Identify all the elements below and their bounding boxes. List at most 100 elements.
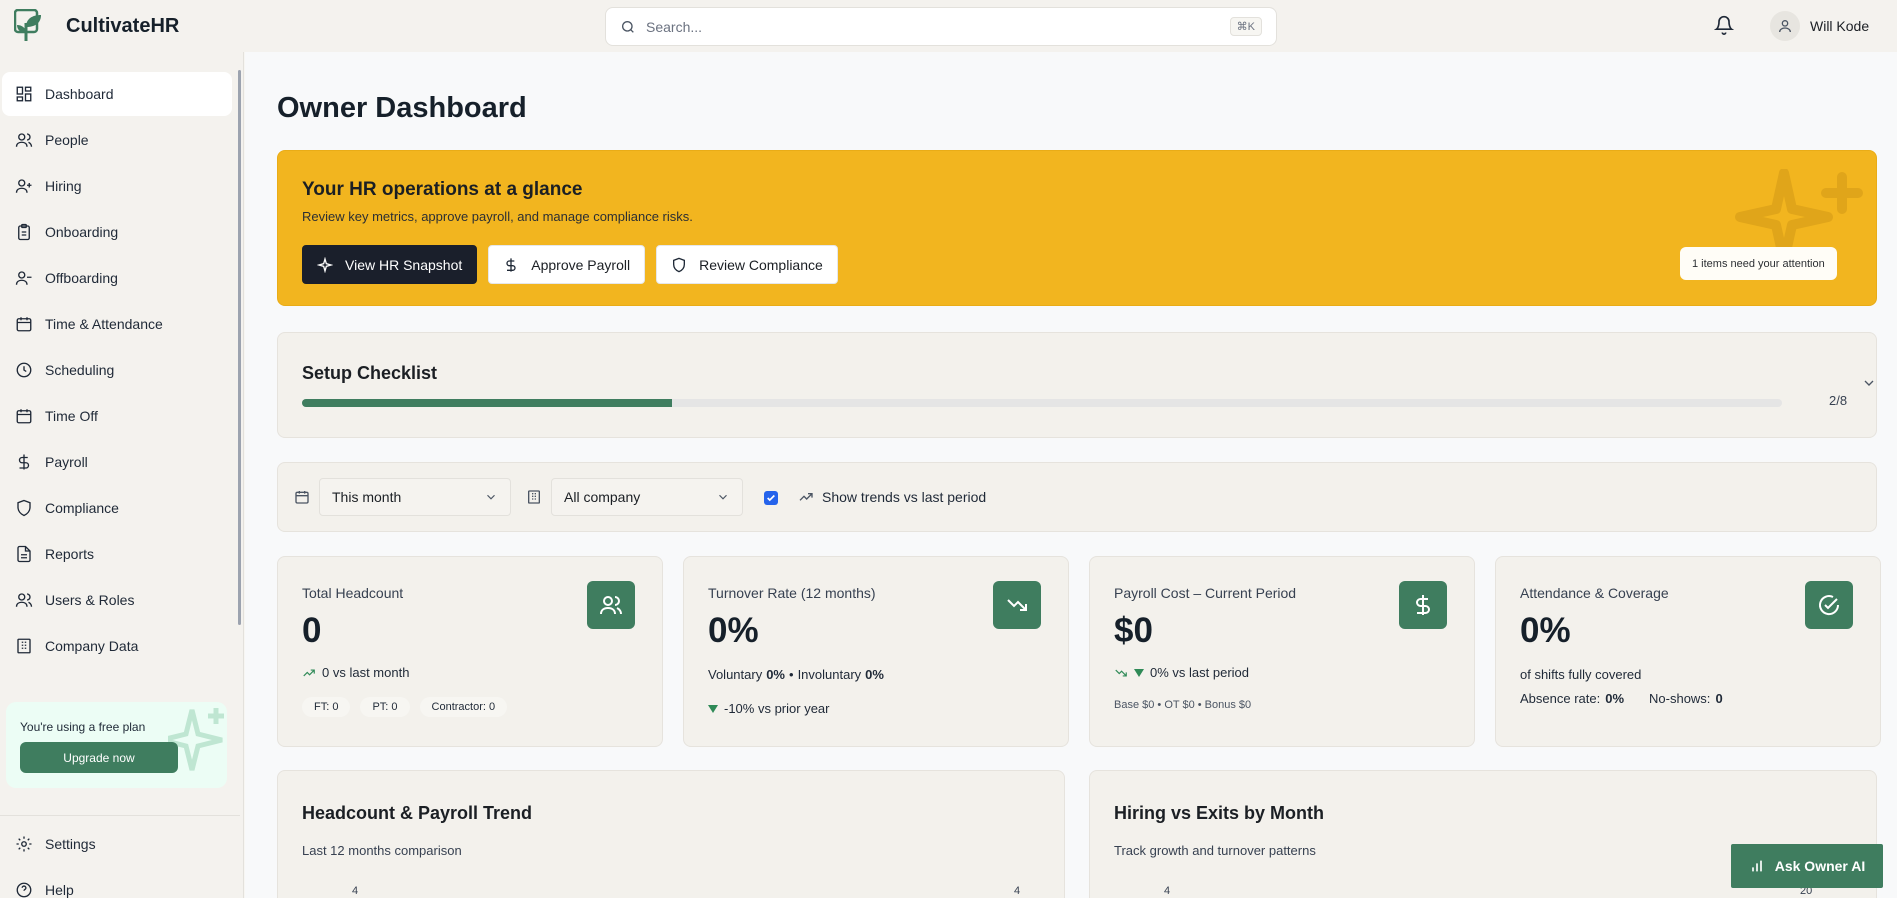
show-trends-text: Show trends vs last period [822, 489, 987, 505]
kpi-label: Attendance & Coverage [1520, 585, 1669, 601]
setup-progress-fill [302, 399, 672, 407]
sidebar-item-people[interactable]: People [2, 118, 232, 162]
search-input[interactable]: Search... [646, 19, 1230, 35]
calendar-icon [16, 409, 32, 424]
ask-owner-ai-button[interactable]: Ask Owner AI [1731, 844, 1883, 888]
button-label: Review Compliance [699, 256, 823, 273]
setup-checklist-card[interactable]: Setup Checklist 2/8 [277, 332, 1877, 438]
chart-tick-label: 4 [352, 885, 359, 897]
contractor-pill: Contractor: 0 [419, 697, 508, 717]
button-label: View HR Snapshot [345, 256, 463, 273]
chevron-down-icon[interactable] [1861, 375, 1877, 391]
clipboard-icon [18, 223, 30, 241]
sidebar-item-company-data[interactable]: Company Data [2, 624, 232, 668]
page-title: Owner Dashboard [277, 92, 527, 124]
sidebar-scrollbar[interactable] [238, 70, 241, 625]
sidebar-item-scheduling[interactable]: Scheduling [2, 348, 232, 392]
absence-label: Absence rate: [1520, 691, 1601, 706]
show-trends-label[interactable]: Show trends vs last period [798, 489, 986, 505]
avatar [1770, 11, 1800, 41]
free-plan-card: You're using a free plan Upgrade now [6, 702, 227, 788]
sidebar-item-label: Time & Attendance [45, 316, 163, 332]
sidebar-item-onboarding[interactable]: Onboarding [2, 210, 232, 254]
setup-title: Setup Checklist [302, 363, 438, 383]
users-icon [600, 596, 622, 615]
turnover-split: Voluntary 0% • Involuntary 0% [708, 667, 884, 682]
kpi-icon-tile [1805, 581, 1853, 629]
gear-icon [16, 836, 32, 852]
logo-icon [14, 9, 41, 41]
approve-payroll-button[interactable]: Approve Payroll [488, 245, 646, 284]
review-compliance-button[interactable]: Review Compliance [656, 245, 838, 284]
kpi-value: 0% [1520, 611, 1571, 650]
user-minus-icon [15, 271, 32, 285]
chart-subtitle: Last 12 months comparison [302, 843, 462, 858]
sidebar-item-hiring[interactable]: Hiring [2, 164, 232, 208]
sidebar-item-offboarding[interactable]: Offboarding [2, 256, 232, 300]
notifications-button[interactable] [1713, 15, 1735, 40]
sidebar-item-label: Scheduling [45, 362, 115, 378]
users-icon [15, 133, 33, 147]
shield-icon [673, 257, 686, 272]
show-trends-checkbox[interactable] [764, 491, 778, 505]
hero-banner: Your HR operations at a glance Review ke… [277, 150, 1877, 306]
sidebar-item-compliance[interactable]: Compliance [2, 486, 232, 530]
sidebar: Dashboard People Hiring Onboarding Offboardi… [0, 52, 244, 898]
headcount-card[interactable]: Total Headcount 0 0 vs last month FT: 0 … [277, 556, 663, 747]
upgrade-button[interactable]: Upgrade now [20, 742, 178, 773]
plan-text: You're using a free plan [20, 720, 146, 734]
turnover-yoy: -10% vs prior year [708, 701, 829, 716]
user-plus-icon [15, 179, 32, 193]
top-bar: CultivateHR Search... ⌘K Will Kode [0, 0, 1897, 52]
scope-select[interactable]: All company [551, 478, 743, 516]
check-circle-icon [1819, 595, 1840, 616]
voluntary-value: 0% [766, 667, 785, 682]
separator: • [789, 667, 794, 682]
search-bar[interactable]: Search... ⌘K [605, 7, 1277, 46]
hero-actions: View HR Snapshot Approve Payroll Review … [302, 245, 838, 284]
pt-pill: PT: 0 [360, 697, 410, 717]
sidebar-item-settings[interactable]: Settings [2, 822, 232, 866]
sidebar-item-label: Hiring [45, 178, 82, 194]
kpi-icon-tile [1399, 581, 1447, 629]
user-name: Will Kode [1810, 18, 1870, 34]
ft-pill: FT: 0 [302, 697, 351, 717]
view-hr-snapshot-button[interactable]: View HR Snapshot [302, 245, 478, 284]
sidebar-item-time-attendance[interactable]: Time & Attendance [2, 302, 232, 346]
sidebar-item-users-roles[interactable]: Users & Roles [2, 578, 232, 622]
headcount-breakdown: FT: 0 PT: 0 Contractor: 0 [302, 697, 508, 717]
attendance-rates: Absence rate: 0% No-shows: 0 [1520, 691, 1723, 706]
chart-title: Headcount & Payroll Trend [302, 803, 533, 823]
check-icon [767, 494, 775, 502]
chevron-down-icon [487, 494, 495, 500]
clock-icon [16, 362, 32, 378]
sidebar-item-time-off[interactable]: Time Off [2, 394, 232, 438]
kpi-label: Total Headcount [302, 585, 404, 601]
sidebar-item-reports[interactable]: Reports [2, 532, 232, 576]
involuntary-value: 0% [865, 667, 884, 682]
user-menu[interactable]: Will Kode [1770, 11, 1869, 41]
chart-title: Hiring vs Exits by Month [1114, 803, 1325, 823]
hero-subtitle: Review key metrics, approve payroll, and… [302, 209, 693, 224]
attendance-card[interactable]: Attendance & Coverage 0% of shifts fully… [1495, 556, 1881, 747]
kpi-value: $0 [1114, 611, 1153, 650]
sidebar-item-dashboard[interactable]: Dashboard [2, 72, 232, 116]
absence-value: 0% [1605, 691, 1625, 706]
hero-title: Your HR operations at a glance [302, 179, 583, 200]
sidebar-item-label: Time Off [45, 408, 98, 424]
sidebar-item-payroll[interactable]: Payroll [2, 440, 232, 484]
brand[interactable]: CultivateHR [14, 9, 179, 43]
payroll-card[interactable]: Payroll Cost – Current Period $0 0% vs l… [1089, 556, 1475, 747]
period-select[interactable]: This month [319, 478, 511, 516]
attention-badge[interactable]: 1 items need your attention [1680, 247, 1837, 280]
payroll-trend: 0% vs last period [1114, 665, 1249, 680]
chart-tick-label: 4 [1014, 885, 1021, 897]
building-icon [528, 490, 540, 504]
turnover-card[interactable]: Turnover Rate (12 months) 0% Voluntary 0… [683, 556, 1069, 747]
sidebar-item-help[interactable]: Help [2, 868, 232, 898]
involuntary-label: Involuntary [797, 667, 862, 682]
sidebar-item-label: Onboarding [45, 224, 119, 240]
search-shortcut: ⌘K [1229, 17, 1262, 36]
trending-up-icon [799, 493, 813, 501]
sidebar-item-label: Reports [45, 546, 95, 562]
